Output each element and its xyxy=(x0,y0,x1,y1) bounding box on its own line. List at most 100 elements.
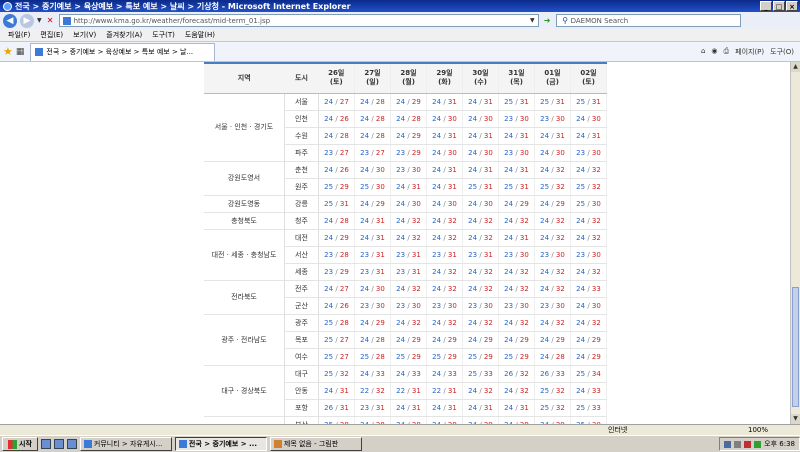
forward-button[interactable]: ▶ xyxy=(20,13,34,28)
temp-separator: / xyxy=(405,97,412,106)
min-temp: 23 xyxy=(360,148,370,157)
temp-separator: / xyxy=(441,97,448,106)
min-temp: 24 xyxy=(576,352,586,361)
menu-tools[interactable]: 도구(T) xyxy=(152,30,175,40)
max-temp: 31 xyxy=(375,233,385,242)
temp-cell: 26 / 33 xyxy=(534,365,571,383)
favorites-star-icon[interactable]: ★ xyxy=(3,45,13,58)
min-temp: 24 xyxy=(576,284,586,293)
max-temp: 29 xyxy=(591,335,601,344)
min-temp: 25 xyxy=(576,199,586,208)
scroll-down-icon[interactable]: ▼ xyxy=(791,414,800,424)
city-cell: 수원 xyxy=(284,127,319,145)
close-button[interactable]: × xyxy=(786,1,798,11)
max-temp: 31 xyxy=(483,165,493,174)
menu-view[interactable]: 보기(V) xyxy=(73,30,96,40)
temp-cell: 23 / 30 xyxy=(498,110,535,128)
temp-cell: 24 / 29 xyxy=(570,348,607,366)
menu-file[interactable]: 파일(F) xyxy=(8,30,30,40)
max-temp: 32 xyxy=(591,267,601,276)
max-temp: 30 xyxy=(519,148,529,157)
temp-separator: / xyxy=(405,165,412,174)
temp-cell: 25 / 29 xyxy=(426,348,463,366)
minimize-button[interactable]: _ xyxy=(760,1,772,11)
scroll-thumb[interactable] xyxy=(792,287,799,407)
max-temp: 29 xyxy=(519,335,529,344)
temp-cell: 25 / 27 xyxy=(318,348,355,366)
city-cell: 부산 xyxy=(284,416,319,424)
min-temp: 23 xyxy=(540,114,550,123)
min-temp: 24 xyxy=(468,114,478,123)
table-row: 충청북도 청주 24 / 28 24 / 31 24 / 32 24 / 32 24 / 3… xyxy=(204,212,607,230)
address-input[interactable]: http://www.kma.go.kr/weather/forecast/mi… xyxy=(58,14,539,27)
max-temp: 28 xyxy=(339,131,349,140)
table-row: 광주 · 전라남도 광주 25 / 28 24 / 29 24 / 32 24 / 32 2… xyxy=(204,314,607,366)
temp-separator: / xyxy=(585,199,592,208)
min-temp: 26 xyxy=(540,369,550,378)
history-dropdown-icon[interactable]: ▼ xyxy=(37,17,42,24)
menu-help[interactable]: 도움말(H) xyxy=(185,30,215,40)
temp-separator: / xyxy=(441,386,448,395)
table-row: 대구 · 경상북도 대구 25 / 32 24 / 33 24 / 33 24 / 33 2… xyxy=(204,365,607,417)
taskbar-button-community[interactable]: 커뮤니티 > 자유게시... xyxy=(79,437,172,451)
tray-volume-icon[interactable] xyxy=(734,440,742,448)
temp-cell: 23 / 31 xyxy=(354,246,391,264)
tray-network-icon[interactable] xyxy=(724,440,732,448)
temp-cell: 23 / 31 xyxy=(426,246,463,264)
min-temp: 24 xyxy=(360,233,370,242)
max-temp: 29 xyxy=(519,352,529,361)
taskbar-button-paint[interactable]: 제목 없음 - 그림판 xyxy=(269,437,362,451)
page-menu[interactable]: 페이지(P) xyxy=(735,47,764,57)
min-temp: 24 xyxy=(396,97,406,106)
max-temp: 30 xyxy=(375,182,385,191)
max-temp: 32 xyxy=(447,284,457,293)
temp-separator: / xyxy=(369,335,376,344)
temp-cell: 24 / 29 xyxy=(390,127,427,145)
region-cell xyxy=(204,416,285,424)
feeds-icon[interactable]: ◉ xyxy=(711,47,717,57)
min-temp: 23 xyxy=(324,148,334,157)
min-temp: 24 xyxy=(432,148,442,157)
maximize-button[interactable]: □ xyxy=(773,1,785,11)
quicklaunch-desktop-icon[interactable] xyxy=(40,439,51,449)
menu-favorites[interactable]: 즐겨찾기(A) xyxy=(106,30,142,40)
print-icon[interactable]: ⎙ xyxy=(724,47,730,57)
vertical-scrollbar[interactable]: ▲ ▼ xyxy=(790,62,800,424)
temp-separator: / xyxy=(585,182,592,191)
stop-icon[interactable]: ✕ xyxy=(45,15,56,26)
start-button[interactable]: 시작 xyxy=(2,437,38,451)
quicklaunch-media-icon[interactable] xyxy=(66,439,77,449)
temp-cell: 25 / 27 xyxy=(318,331,355,349)
quick-tabs-icon[interactable]: ▦ xyxy=(16,47,25,57)
address-dropdown-icon[interactable]: ▼ xyxy=(530,17,535,24)
city-cell: 원주 xyxy=(284,178,319,196)
zoom-level[interactable]: 100% xyxy=(748,426,768,434)
temp-separator: / xyxy=(441,301,448,310)
temp-separator: / xyxy=(477,131,484,140)
taskbar-button-forecast[interactable]: 전국 > 중기예보 > ... xyxy=(174,437,267,451)
temp-separator: / xyxy=(477,403,484,412)
home-icon[interactable]: ⌂ xyxy=(701,47,705,57)
search-input[interactable]: ⚲ DAEMON Search xyxy=(555,14,741,27)
temp-separator: / xyxy=(585,267,592,276)
max-temp: 30 xyxy=(411,199,421,208)
back-button[interactable]: ◀ xyxy=(3,13,17,28)
max-temp: 30 xyxy=(555,148,565,157)
tools-menu[interactable]: 도구(O) xyxy=(770,47,794,57)
menu-edit[interactable]: 편집(E) xyxy=(40,30,63,40)
scroll-up-icon[interactable]: ▲ xyxy=(791,62,800,72)
min-temp: 23 xyxy=(540,250,550,259)
temp-cell: 24 / 31 xyxy=(426,127,463,145)
temp-cell: 24 / 32 xyxy=(462,212,499,230)
temp-separator: / xyxy=(441,216,448,225)
quicklaunch-ie-icon[interactable] xyxy=(53,439,64,449)
max-temp: 30 xyxy=(519,301,529,310)
go-arrow-icon[interactable]: ➜ xyxy=(542,15,553,26)
tray-app-icon[interactable] xyxy=(754,440,762,448)
tab-current[interactable]: 전국 > 중기예보 > 육상예보 > 특보 예보 > 날... xyxy=(30,42,216,61)
temp-separator: / xyxy=(477,352,484,361)
tray-security-icon[interactable] xyxy=(744,440,752,448)
temp-cell: 24 / 32 xyxy=(426,229,463,247)
max-temp: 29 xyxy=(519,199,529,208)
min-temp: 24 xyxy=(396,199,406,208)
